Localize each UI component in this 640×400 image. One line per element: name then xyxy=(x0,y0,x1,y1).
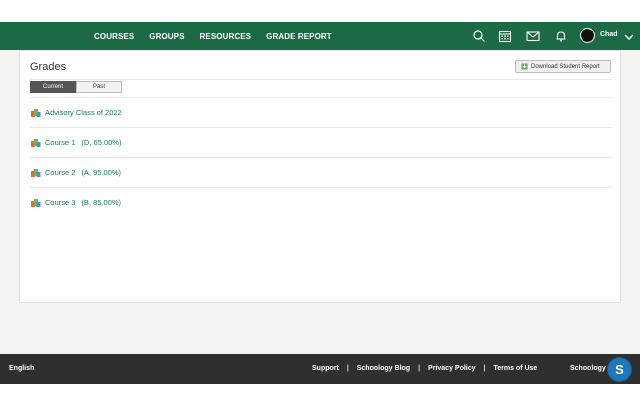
course-grade: (A, 95.00%) xyxy=(81,167,122,177)
footer-link-blog[interactable]: Schoology Blog xyxy=(357,365,410,372)
course-icon xyxy=(31,198,41,207)
divider xyxy=(30,97,612,98)
chevron-down-icon[interactable] xyxy=(623,30,635,42)
bottom-spacer xyxy=(0,384,640,400)
divider xyxy=(30,79,612,80)
calendar-icon[interactable] xyxy=(498,29,512,43)
footer-separator: | xyxy=(483,365,486,372)
download-icon xyxy=(521,63,528,70)
course-name[interactable]: Course 2 xyxy=(45,168,75,177)
footer-link-support[interactable]: Support xyxy=(312,365,339,372)
divider xyxy=(30,187,612,188)
divider xyxy=(30,157,612,158)
footer-brand: Schoology © xyxy=(570,365,613,372)
mail-icon[interactable] xyxy=(526,29,540,43)
footer-link-privacy[interactable]: Privacy Policy xyxy=(428,365,475,372)
top-navigation-bar: COURSES GROUPS RESOURCES GRADE REPORT Ch… xyxy=(0,22,640,50)
list-item[interactable]: Advisory Class of 2022 xyxy=(30,106,122,118)
footer: English Support | Schoology Blog | Priva… xyxy=(0,354,640,384)
download-button-label: Download Student Report xyxy=(531,63,600,70)
top-bar-spacer xyxy=(0,0,640,22)
list-item[interactable]: Course 3 (B, 85.00%) xyxy=(30,196,121,208)
footer-separator: | xyxy=(346,365,349,372)
list-item[interactable]: Course 2 (A, 95.00%) xyxy=(30,166,121,178)
main-nav: COURSES GROUPS RESOURCES GRADE REPORT xyxy=(94,22,347,50)
nav-resources[interactable]: RESOURCES xyxy=(200,32,252,41)
course-grade: (B, 85.00%) xyxy=(81,197,122,207)
user-name[interactable]: Chad xyxy=(600,31,618,38)
avatar[interactable] xyxy=(580,28,595,43)
search-icon[interactable] xyxy=(472,29,486,43)
course-icon xyxy=(31,168,41,177)
bell-icon[interactable] xyxy=(554,29,568,43)
course-name[interactable]: Course 3 xyxy=(45,198,75,207)
footer-links: Support | Schoology Blog | Privacy Polic… xyxy=(312,365,537,372)
nav-courses[interactable]: COURSES xyxy=(94,32,134,41)
tab-past[interactable]: Past xyxy=(76,81,122,93)
footer-link-terms[interactable]: Terms of Use xyxy=(494,365,538,372)
nav-grade-report[interactable]: GRADE REPORT xyxy=(266,32,332,41)
list-item[interactable]: Course 1 (D, 65.00%) xyxy=(30,136,121,148)
grades-panel: Grades Download Student Report Current P… xyxy=(19,50,621,303)
divider xyxy=(30,127,612,128)
nav-groups[interactable]: GROUPS xyxy=(149,32,184,41)
footer-separator: | xyxy=(418,365,421,372)
course-icon xyxy=(31,108,41,117)
page-title: Grades xyxy=(30,61,67,73)
tab-current[interactable]: Current xyxy=(30,81,76,93)
course-icon xyxy=(31,138,41,147)
language-selector[interactable]: English xyxy=(9,365,34,372)
course-name[interactable]: Course 1 xyxy=(45,138,75,147)
download-student-report-button[interactable]: Download Student Report xyxy=(515,60,611,73)
course-name[interactable]: Advisory Class of 2022 xyxy=(45,108,122,117)
help-button[interactable]: S xyxy=(608,358,631,381)
grade-period-tabs: Current Past xyxy=(30,81,122,93)
course-grade: (D, 65.00%) xyxy=(81,137,122,147)
